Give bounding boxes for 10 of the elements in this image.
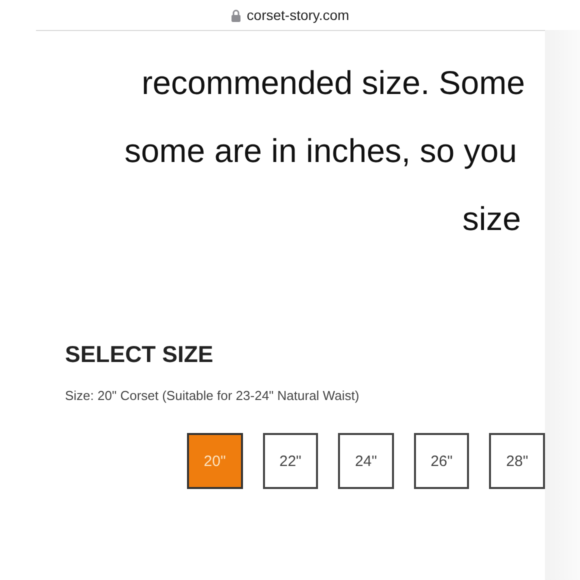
article-text: size — [462, 201, 521, 237]
size-option[interactable]: 24" — [338, 433, 394, 489]
article-text: some are in inches, so you — [124, 133, 517, 169]
size-option[interactable]: 26" — [414, 433, 470, 489]
size-option[interactable]: 22" — [262, 433, 318, 489]
article-text: recommended size. Some — [142, 65, 525, 101]
size-option[interactable]: 28" — [489, 433, 545, 489]
selected-size-text: Size: 20" Corset (Suitable for 23-24" Natural Waist) — [65, 388, 360, 403]
section-heading: SELECT SIZE — [65, 341, 214, 368]
url-text[interactable]: corset-story.com — [246, 7, 350, 23]
